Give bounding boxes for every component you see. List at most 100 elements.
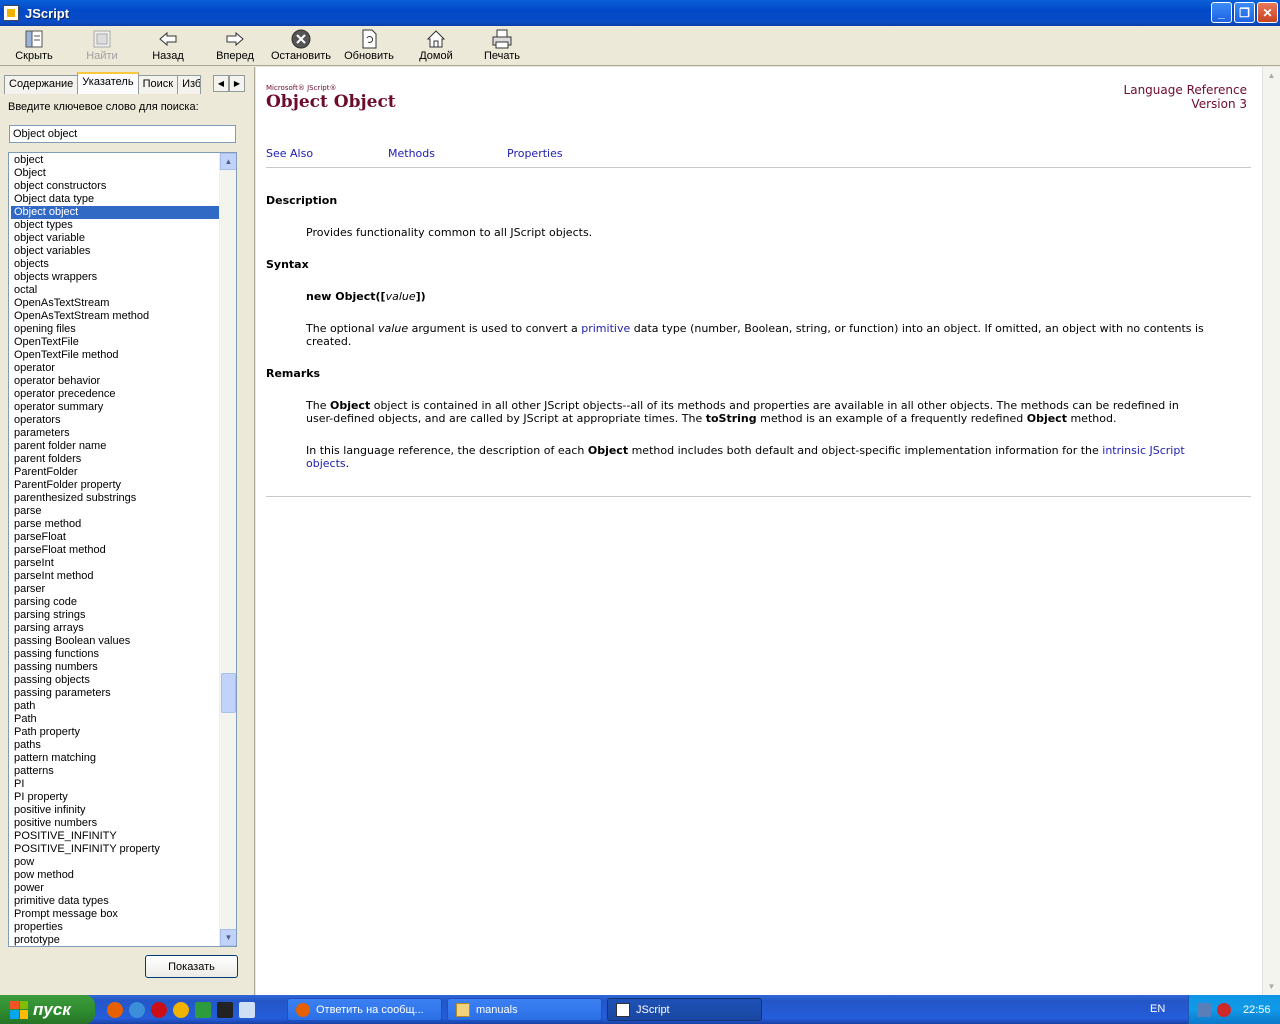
close-button[interactable]: ✕ (1257, 2, 1278, 23)
list-item[interactable]: passing functions (11, 648, 219, 661)
network-icon[interactable] (1197, 1002, 1211, 1017)
list-item[interactable]: OpenTextFile method (11, 349, 219, 362)
list-item[interactable]: object variable (11, 232, 219, 245)
list-item[interactable]: operator (11, 362, 219, 375)
list-item[interactable]: parseFloat method (11, 544, 219, 557)
start-button[interactable]: пуск (0, 995, 95, 1024)
list-item[interactable]: object constructors (11, 180, 219, 193)
restore-button[interactable]: ❐ (1234, 2, 1255, 23)
list-item[interactable]: POSITIVE_INFINITY property (11, 843, 219, 856)
list-item[interactable]: PI property (11, 791, 219, 804)
list-item[interactable]: operators (11, 414, 219, 427)
language-indicator[interactable]: EN (1150, 1003, 1165, 1015)
list-item[interactable]: pow method (11, 869, 219, 882)
scroll-thumb[interactable] (221, 673, 236, 713)
list-item[interactable]: parse (11, 505, 219, 518)
list-item[interactable]: Path property (11, 726, 219, 739)
minimize-button[interactable]: _ (1211, 2, 1232, 23)
find-button[interactable]: Найти (84, 28, 120, 64)
internet-explorer-icon[interactable] (129, 1001, 145, 1018)
scroll-down-icon[interactable]: ▼ (220, 929, 236, 946)
list-item[interactable]: passing parameters (11, 687, 219, 700)
index-list[interactable]: object Object object constructors Object da… (8, 152, 237, 947)
list-item[interactable]: parseInt (11, 557, 219, 570)
print-button[interactable]: Печать (482, 28, 522, 64)
index-scrollbar[interactable]: ▲ ▼ (219, 153, 236, 946)
opera-icon[interactable] (151, 1001, 167, 1018)
list-item[interactable]: PI (11, 778, 219, 791)
list-item[interactable]: primitive data types (11, 895, 219, 908)
list-item[interactable]: parsing arrays (11, 622, 219, 635)
vim-icon[interactable] (195, 1001, 211, 1018)
list-item[interactable]: object types (11, 219, 219, 232)
scroll-up-icon[interactable]: ▲ (220, 153, 236, 170)
tab-scroll-right-icon[interactable]: ▶ (229, 75, 245, 92)
forward-button[interactable]: Вперед (215, 28, 255, 64)
hide-button[interactable]: Скрыть (14, 28, 54, 64)
list-item[interactable]: POSITIVE_INFINITY (11, 830, 219, 843)
list-item[interactable]: parse method (11, 518, 219, 531)
list-item[interactable]: parsing strings (11, 609, 219, 622)
list-item[interactable]: pattern matching (11, 752, 219, 765)
show-desktop-icon[interactable] (239, 1001, 255, 1018)
list-item[interactable]: objects (11, 258, 219, 271)
list-item[interactable]: opening files (11, 323, 219, 336)
primitive-link[interactable]: primitive (581, 322, 630, 335)
list-item[interactable]: parent folders (11, 453, 219, 466)
back-button[interactable]: Назад (150, 28, 186, 64)
list-item[interactable]: operator summary (11, 401, 219, 414)
list-item[interactable]: operator behavior (11, 375, 219, 388)
content-scroll-up-icon[interactable]: ▲ (1263, 67, 1280, 84)
list-item[interactable]: patterns (11, 765, 219, 778)
list-item[interactable]: passing objects (11, 674, 219, 687)
list-item[interactable]: properties (11, 921, 219, 934)
list-item[interactable]: OpenAsTextStream (11, 297, 219, 310)
list-item[interactable]: object (11, 154, 219, 167)
list-item[interactable]: Object data type (11, 193, 219, 206)
pane-splitter[interactable] (250, 67, 255, 995)
list-item[interactable]: path (11, 700, 219, 713)
tab-index[interactable]: Указатель (77, 72, 139, 94)
see-also-link[interactable]: See Also (266, 147, 313, 160)
list-item[interactable]: Object (11, 167, 219, 180)
list-item[interactable]: Prompt message box (11, 908, 219, 921)
list-item[interactable]: paths (11, 739, 219, 752)
list-item[interactable]: pow (11, 856, 219, 869)
taskbar-item-jscript[interactable]: JScript (607, 998, 762, 1021)
list-item[interactable]: passing Boolean values (11, 635, 219, 648)
home-button[interactable]: Домой (417, 28, 455, 64)
list-item[interactable]: object variables (11, 245, 219, 258)
keyword-input[interactable] (9, 125, 236, 143)
list-item[interactable]: parsing code (11, 596, 219, 609)
content-scroll-down-icon[interactable]: ▼ (1263, 978, 1280, 995)
list-item[interactable]: parser (11, 583, 219, 596)
list-item[interactable]: parameters (11, 427, 219, 440)
list-item[interactable]: Path (11, 713, 219, 726)
list-item[interactable]: operator precedence (11, 388, 219, 401)
methods-link[interactable]: Methods (388, 147, 435, 160)
show-button[interactable]: Показать (145, 955, 238, 978)
list-item[interactable]: parenthesized substrings (11, 492, 219, 505)
list-item[interactable]: ParentFolder (11, 466, 219, 479)
list-item[interactable]: passing numbers (11, 661, 219, 674)
stop-button[interactable]: Остановить (270, 28, 332, 64)
list-item[interactable]: OpenTextFile (11, 336, 219, 349)
list-item[interactable]: parseInt method (11, 570, 219, 583)
tab-favorites[interactable]: Изб (177, 75, 202, 94)
security-shield-icon[interactable] (1217, 1002, 1231, 1017)
tab-search[interactable]: Поиск (137, 75, 179, 94)
list-item[interactable]: parent folder name (11, 440, 219, 453)
list-item[interactable]: Object object (11, 206, 219, 219)
firefox-icon[interactable] (107, 1001, 123, 1018)
content-scrollbar[interactable]: ▲ ▼ (1262, 67, 1280, 995)
refresh-button[interactable]: Обновить (343, 28, 395, 64)
list-item[interactable]: prototype (11, 934, 219, 946)
list-item[interactable]: OpenAsTextStream method (11, 310, 219, 323)
list-item[interactable]: octal (11, 284, 219, 297)
tab-scroll-left-icon[interactable]: ◀ (213, 75, 229, 92)
list-item[interactable]: parseFloat (11, 531, 219, 544)
list-item[interactable]: ParentFolder property (11, 479, 219, 492)
console-icon[interactable] (217, 1001, 233, 1018)
taskbar-item-reply[interactable]: Ответить на сообщ... (287, 998, 442, 1021)
list-item[interactable]: positive infinity (11, 804, 219, 817)
